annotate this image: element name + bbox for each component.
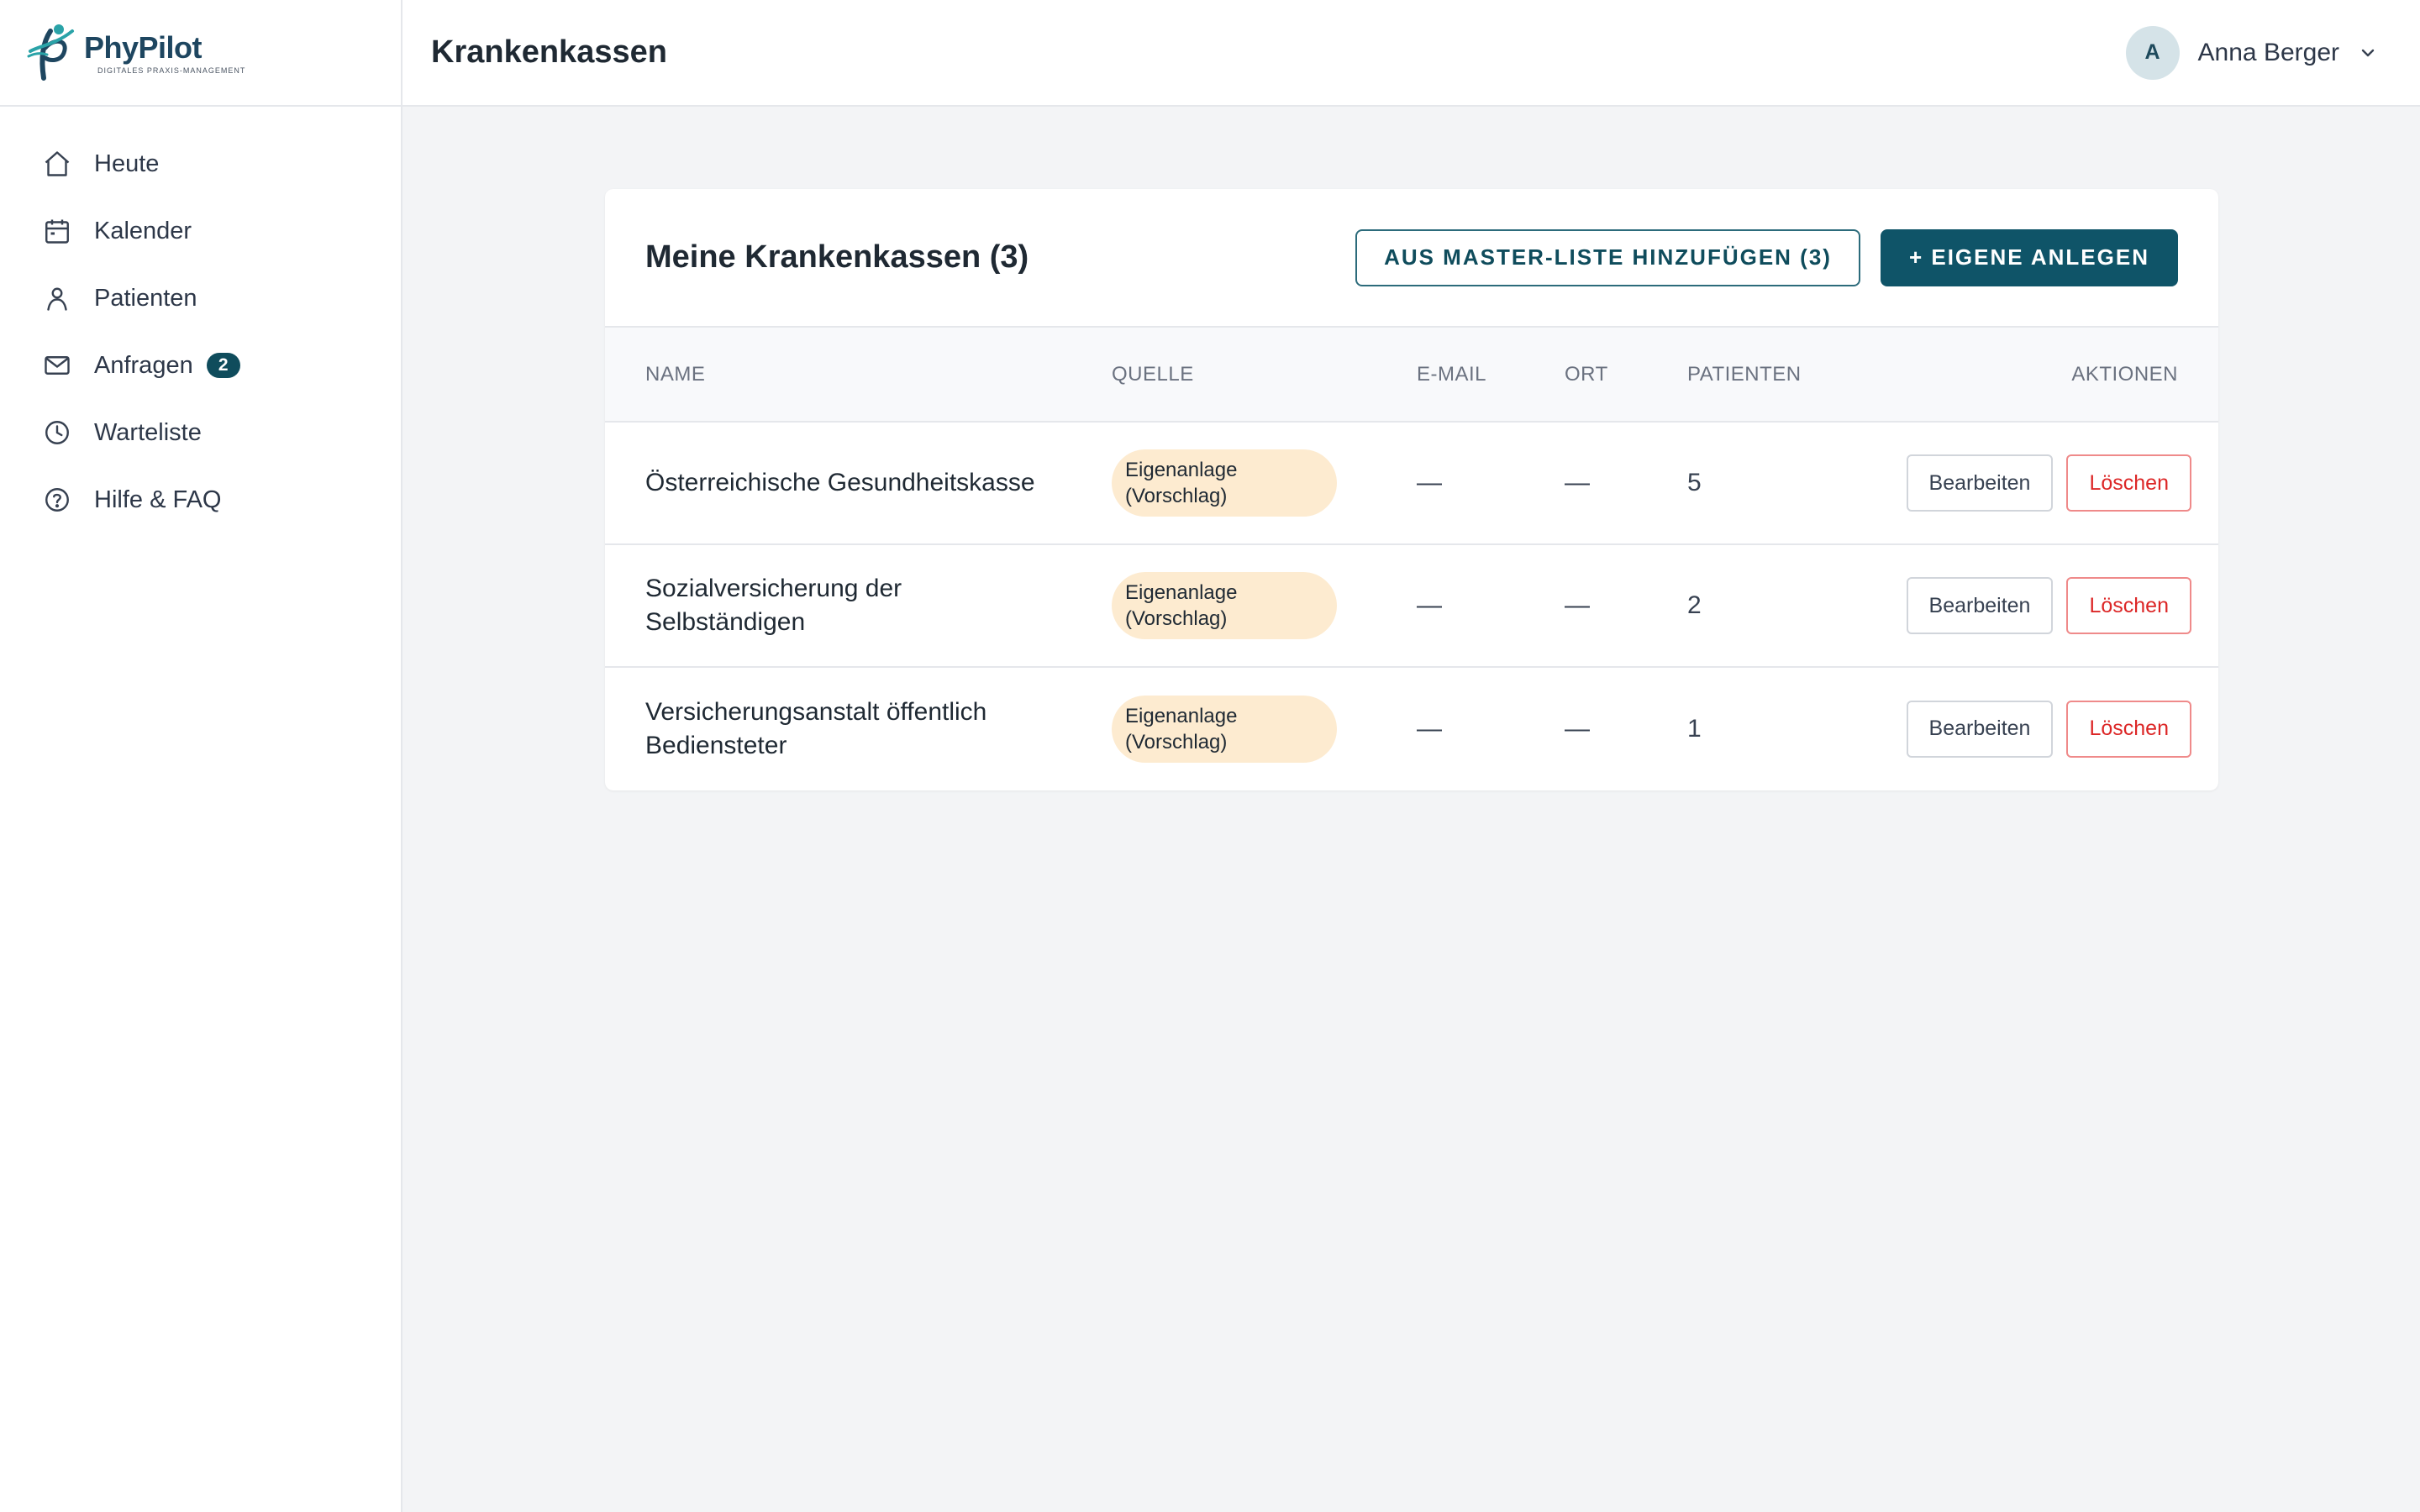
sidebar-item-patienten[interactable]: Patienten [0,265,401,332]
sidebar-item-label: Heute [94,150,160,177]
edit-button[interactable]: Bearbeiten [1906,577,2054,634]
unread-count-badge: 2 [206,353,240,378]
ort-cell: — [1565,469,1590,496]
phypilot-logo-icon [27,24,74,81]
avatar: A [2125,25,2180,80]
clock-icon [40,416,74,449]
sidebar-item-label: Anfragen [94,351,193,379]
ort-cell: — [1565,714,1590,743]
column-header-name[interactable]: NAME [605,328,1112,422]
delete-button[interactable]: Löschen [2066,700,2191,758]
source-badge: Eigenanlage (Vorschlag) [1112,572,1337,639]
source-badge: Eigenanlage (Vorschlag) [1112,449,1337,517]
sidebar-item-label: Warteliste [94,418,202,446]
patients-count: 5 [1687,469,1702,496]
user-menu[interactable]: A Anna Berger [2125,25,2378,80]
sidebar-item-anfragen[interactable]: Anfragen 2 [0,332,401,399]
card-header: Meine Krankenkassen (3) AUS MASTER-LISTE… [605,189,2218,328]
table-row: Versicherungsanstalt öffentlich Bedienst… [605,667,2218,790]
page-title: Krankenkassen [431,34,667,70]
sidebar-item-heute[interactable]: Heute [0,130,401,197]
email-cell: — [1417,591,1442,619]
table-header-row: NAME QUELLE E-MAIL ORT PATIENTEN AKTIONE… [605,328,2218,422]
add-from-master-list-button[interactable]: AUS MASTER-LISTE HINZUFÜGEN (3) [1355,228,1860,286]
person-icon [40,281,74,315]
column-header-source[interactable]: QUELLE [1112,328,1417,422]
sidebar-item-label: Hilfe & FAQ [94,486,222,513]
sidebar-nav: Heute Kalender Patienten Anfragen 2 Wart… [0,107,401,533]
delete-button[interactable]: Löschen [2066,577,2191,634]
insurance-card: Meine Krankenkassen (3) AUS MASTER-LISTE… [605,189,2218,790]
brand-tagline: DIGITALES PRAXIS-MANAGEMENT [97,66,246,75]
brand-name: PhyPilot [84,29,203,65]
delete-button[interactable]: Löschen [2066,454,2191,512]
patients-count: 1 [1687,714,1702,743]
insurance-name: Versicherungsanstalt öffentlich Bedienst… [645,697,987,759]
sidebar-item-label: Kalender [94,217,192,244]
card-title: Meine Krankenkassen (3) [645,239,1029,275]
sidebar-item-warteliste[interactable]: Warteliste [0,399,401,466]
help-icon [40,483,74,517]
sidebar: PhyPilot DIGITALES PRAXIS-MANAGEMENT Heu… [0,0,402,1512]
table-row: Österreichische Gesundheitskasse Eigenan… [605,422,2218,544]
email-cell: — [1417,714,1442,743]
logo[interactable]: PhyPilot DIGITALES PRAXIS-MANAGEMENT [0,0,401,107]
column-header-ort[interactable]: ORT [1565,328,1687,422]
insurance-name: Sozialversicherung der Selbständigen [645,575,902,636]
chevron-down-icon [2361,49,2375,56]
column-header-actions: AKTIONEN [2071,362,2178,386]
sidebar-item-hilfe[interactable]: Hilfe & FAQ [0,466,401,533]
email-cell: — [1417,469,1442,496]
source-badge: Eigenanlage (Vorschlag) [1112,695,1337,763]
sidebar-item-label: Patienten [94,284,197,312]
column-header-patients[interactable]: PATIENTEN [1687,328,1864,422]
ort-cell: — [1565,591,1590,619]
home-icon [40,147,74,181]
edit-button[interactable]: Bearbeiten [1906,700,2054,758]
user-name: Anna Berger [2197,38,2339,66]
column-header-email[interactable]: E-MAIL [1417,328,1565,422]
patients-count: 2 [1687,591,1702,619]
create-own-button[interactable]: + EIGENE ANLEGEN [1880,228,2178,286]
insurance-table: NAME QUELLE E-MAIL ORT PATIENTEN AKTIONE… [605,328,2218,790]
sidebar-item-kalender[interactable]: Kalender [0,197,401,265]
mail-icon [40,349,74,382]
edit-button[interactable]: Bearbeiten [1906,454,2054,512]
table-row: Sozialversicherung der Selbständigen Eig… [605,544,2218,667]
calendar-icon [40,214,74,248]
insurance-name: Österreichische Gesundheitskasse [645,469,1035,496]
header: Krankenkassen A Anna Berger [402,0,2420,107]
